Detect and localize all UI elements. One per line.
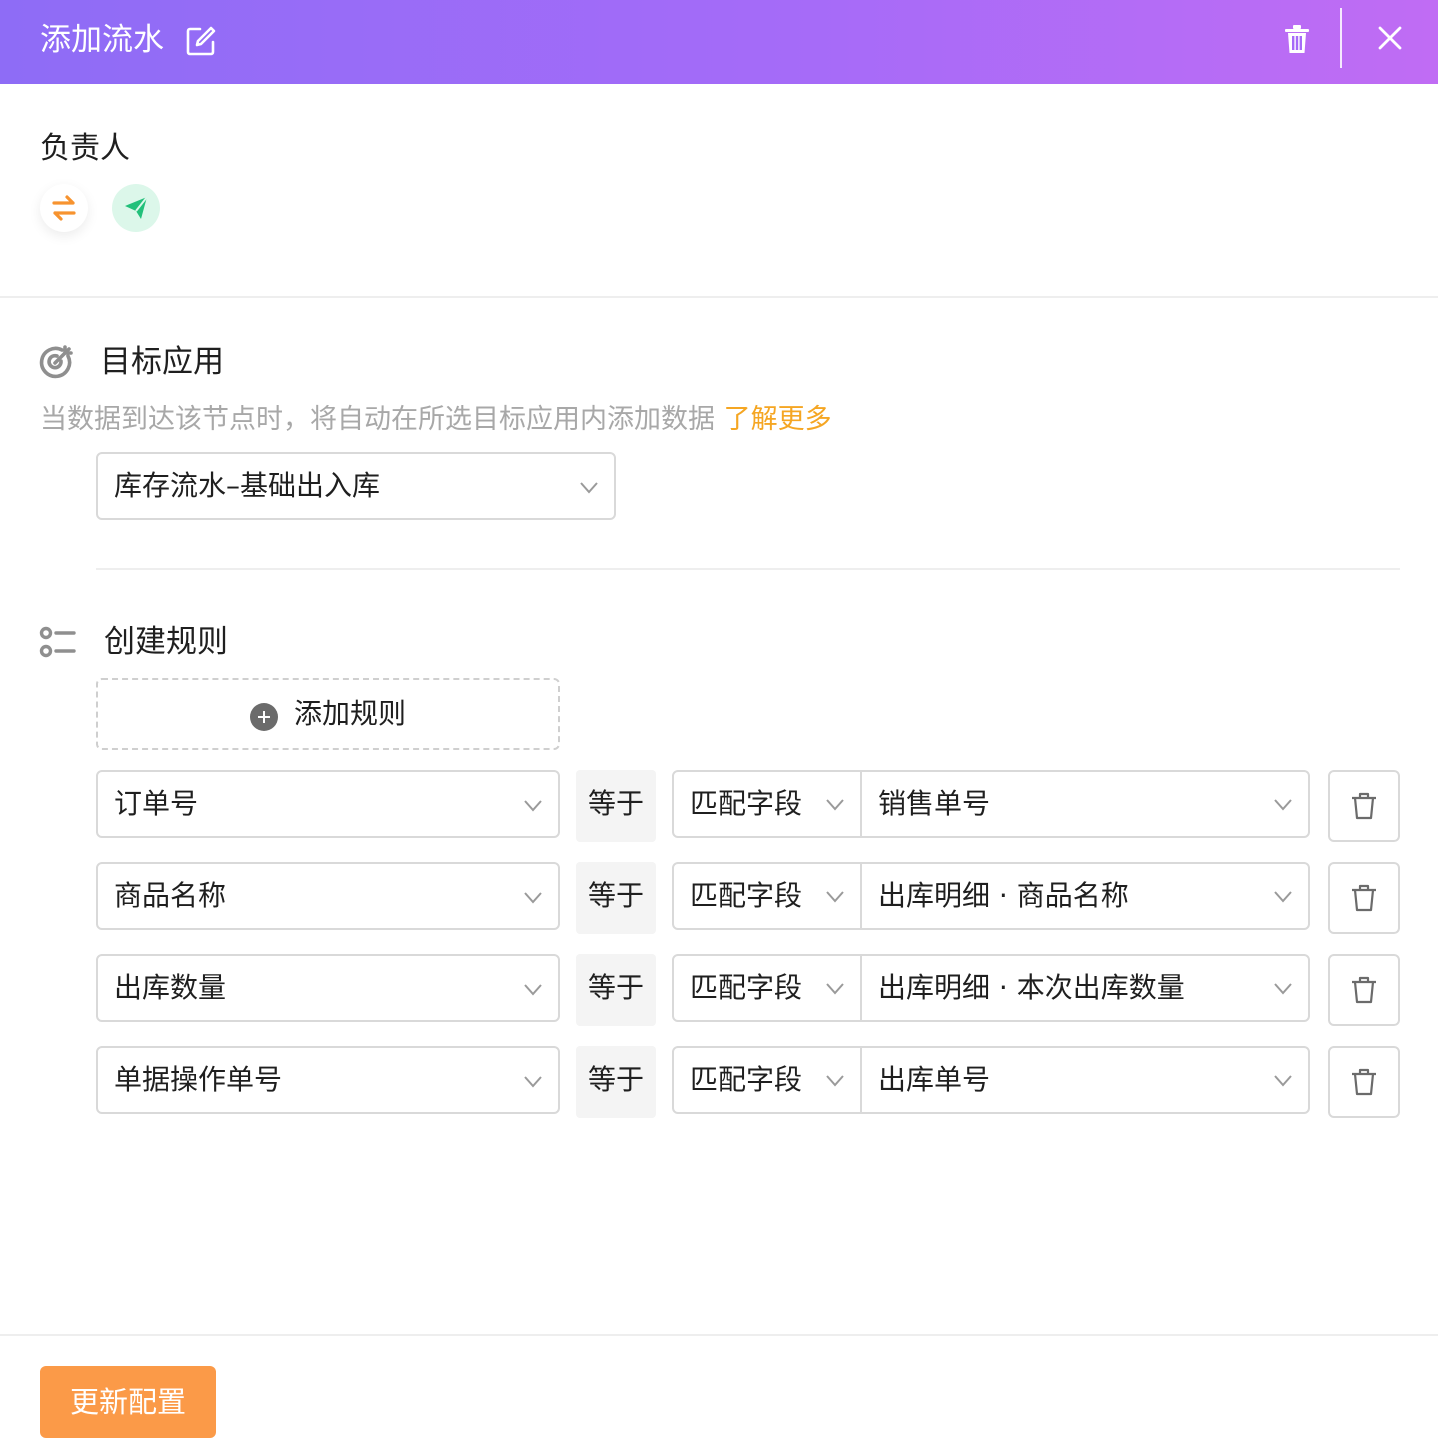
- paper-plane-icon: [125, 196, 148, 219]
- target-app-description: 当数据到达该节点时，将自动在所选目标应用内添加数据 了解更多: [40, 400, 832, 440]
- chevron-down-icon: [826, 799, 844, 811]
- rule-value-combo: 匹配字段 出库明细 · 本次出库数量: [672, 954, 1310, 1022]
- description-text: 当数据到达该节点时，将自动在所选目标应用内添加数据: [40, 404, 715, 435]
- add-rule-label: 添加规则: [294, 697, 407, 730]
- match-type-select[interactable]: 匹配字段: [674, 772, 862, 836]
- chevron-down-icon: [524, 892, 542, 904]
- match-field-value: 出库明细 · 商品名称: [878, 879, 1129, 912]
- rule-field-value: 商品名称: [114, 879, 227, 912]
- match-field-value: 出库单号: [878, 1063, 991, 1096]
- match-field-value: 出库明细 · 本次出库数量: [878, 971, 1185, 1004]
- swap-arrows-icon: [52, 195, 76, 221]
- match-type-value: 匹配字段: [690, 787, 803, 820]
- chevron-down-icon: [826, 1075, 844, 1087]
- chevron-down-icon: [1274, 799, 1292, 811]
- target-app-value: 库存流水–基础出入库: [114, 469, 381, 502]
- trash-icon: [1352, 976, 1376, 1004]
- chevron-down-icon: [524, 984, 542, 996]
- owner-label: 负责人: [40, 131, 130, 166]
- rule-operator: 等于: [576, 1046, 656, 1118]
- inner-divider: [96, 568, 1400, 570]
- panel-title: 添加流水: [40, 22, 164, 58]
- close-icon[interactable]: [1374, 22, 1406, 54]
- target-app-title: 目标应用: [100, 344, 224, 380]
- header-divider: [1340, 8, 1342, 68]
- rule-field-value: 出库数量: [114, 971, 227, 1004]
- rule-list-icon: [39, 626, 76, 658]
- rule-field-select[interactable]: 商品名称: [96, 862, 560, 930]
- match-field-select[interactable]: 出库明细 · 本次出库数量: [862, 956, 1308, 1020]
- target-icon: [39, 345, 73, 379]
- delete-rule-button[interactable]: [1328, 862, 1400, 934]
- chevron-down-icon: [524, 1076, 542, 1088]
- rules-title: 创建规则: [104, 624, 228, 660]
- target-app-select[interactable]: 库存流水–基础出入库: [96, 452, 616, 520]
- chevron-down-icon: [580, 482, 598, 494]
- chevron-down-icon: [1274, 983, 1292, 995]
- match-type-value: 匹配字段: [690, 1063, 803, 1096]
- trash-icon[interactable]: [1280, 22, 1314, 56]
- rule-value-combo: 匹配字段 出库单号: [672, 1046, 1310, 1114]
- delete-rule-button[interactable]: [1328, 954, 1400, 1026]
- match-field-select[interactable]: 出库单号: [862, 1048, 1308, 1112]
- add-rule-button[interactable]: 添加规则: [96, 678, 560, 750]
- chevron-down-icon: [826, 891, 844, 903]
- match-field-select[interactable]: 出库明细 · 商品名称: [862, 864, 1308, 928]
- match-type-select[interactable]: 匹配字段: [674, 864, 862, 928]
- match-type-value: 匹配字段: [690, 971, 803, 1004]
- delete-rule-button[interactable]: [1328, 1046, 1400, 1118]
- rule-operator: 等于: [576, 770, 656, 842]
- rule-field-select[interactable]: 出库数量: [96, 954, 560, 1022]
- trash-icon: [1352, 792, 1376, 820]
- match-field-select[interactable]: 销售单号: [862, 772, 1308, 836]
- owner-avatar-swap[interactable]: [40, 184, 88, 232]
- owner-avatar-send[interactable]: [112, 184, 160, 232]
- learn-more-link[interactable]: 了解更多: [724, 404, 832, 435]
- chevron-down-icon: [1274, 891, 1292, 903]
- update-config-button[interactable]: 更新配置: [40, 1366, 216, 1438]
- rule-field-value: 单据操作单号: [114, 1063, 283, 1096]
- chevron-down-icon: [826, 983, 844, 995]
- rule-field-value: 订单号: [114, 787, 199, 820]
- match-type-value: 匹配字段: [690, 879, 803, 912]
- match-type-select[interactable]: 匹配字段: [674, 1048, 862, 1112]
- chevron-down-icon: [1274, 1075, 1292, 1087]
- rule-value-combo: 匹配字段 出库明细 · 商品名称: [672, 862, 1310, 930]
- plus-circle-icon: [250, 703, 278, 731]
- footer-divider: [0, 1334, 1438, 1336]
- trash-icon: [1352, 884, 1376, 912]
- rule-field-select[interactable]: 订单号: [96, 770, 560, 838]
- trash-icon: [1352, 1068, 1376, 1096]
- match-type-select[interactable]: 匹配字段: [674, 956, 862, 1020]
- rule-operator: 等于: [576, 862, 656, 934]
- rule-field-select[interactable]: 单据操作单号: [96, 1046, 560, 1114]
- match-field-value: 销售单号: [878, 787, 991, 820]
- rule-operator: 等于: [576, 954, 656, 1026]
- edit-icon[interactable]: [184, 24, 218, 58]
- panel-header: 添加流水: [0, 0, 1438, 84]
- delete-rule-button[interactable]: [1328, 770, 1400, 842]
- rule-value-combo: 匹配字段 销售单号: [672, 770, 1310, 838]
- chevron-down-icon: [524, 800, 542, 812]
- section-divider: [0, 296, 1438, 298]
